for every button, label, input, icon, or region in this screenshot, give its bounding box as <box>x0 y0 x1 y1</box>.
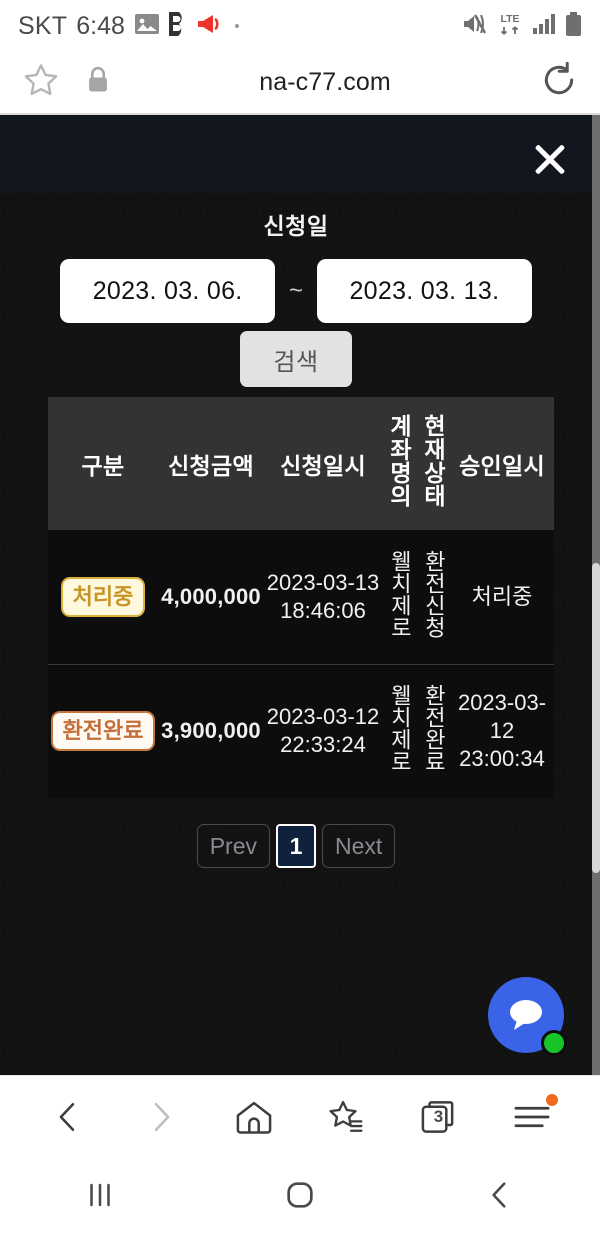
lte-icon: LTE <box>495 11 525 42</box>
tab-count-label: 3 <box>433 1106 444 1126</box>
cell-status-badge: 처리중 <box>48 530 158 664</box>
battery-icon <box>565 11 582 41</box>
signal-bars-icon <box>532 13 558 40</box>
megaphone-icon <box>196 13 224 40</box>
cell-account-name: 웰치제로 <box>382 663 416 798</box>
recents-icon[interactable] <box>55 1170 145 1220</box>
table-head: 구분 신청금액 신청일시 계좌명의 현재상태 승인일시 <box>48 397 554 530</box>
clock-label: 6:48 <box>76 11 125 40</box>
cell-account-name: 웰치제로 <box>382 530 416 664</box>
speech-balloon-glyph <box>510 1000 542 1030</box>
history-table: 구분 신청금액 신청일시 계좌명의 현재상태 승인일시 처리중 4,000,00… <box>48 397 554 798</box>
table-row[interactable]: 환전완료 3,900,000 2023-03-12 22:33:24 웰치제로 … <box>48 663 554 798</box>
cell-approve-datetime: 2023-03-12 23:00:34 <box>450 663 554 798</box>
browser-back-button[interactable] <box>36 1088 100 1146</box>
browser-forward-button[interactable] <box>129 1088 193 1146</box>
web-page-content: 신청일 2023. 03. 06. ~ 2023. 03. 13. 검색 구분 … <box>0 115 600 1075</box>
browser-url-bar: na-c77.com <box>0 52 600 115</box>
mute-icon <box>461 12 488 41</box>
home-icon[interactable] <box>222 1088 286 1146</box>
history-table-wrapper: 구분 신청금액 신청일시 계좌명의 현재상태 승인일시 처리중 4,000,00… <box>48 397 554 798</box>
pagination-next-button[interactable]: Next <box>322 824 396 868</box>
end-date-input[interactable]: 2023. 03. 13. <box>316 259 532 323</box>
status-badge: 처리중 <box>60 576 146 617</box>
chat-bubble-icon[interactable] <box>488 977 567 1056</box>
pagination-page-1[interactable]: 1 <box>276 824 316 868</box>
start-date-input[interactable]: 2023. 03. 06. <box>60 259 276 323</box>
status-bar-right: LTE <box>461 11 582 42</box>
b-app-icon <box>168 11 187 41</box>
cell-amount: 3,900,000 <box>158 663 264 798</box>
col-header-type: 구분 <box>48 397 158 530</box>
table-header-row: 구분 신청금액 신청일시 계좌명의 현재상태 승인일시 <box>48 397 554 530</box>
bookmark-star-icon[interactable] <box>314 1088 378 1146</box>
cell-amount: 4,000,000 <box>158 530 264 664</box>
star-outline-icon[interactable] <box>22 61 60 104</box>
page-scrollbar-thumb[interactable] <box>592 563 600 873</box>
approve-time: 23:00:34 <box>459 746 545 772</box>
approve-date: 처리중 <box>471 583 533 609</box>
url-display[interactable]: na-c77.com <box>110 68 540 97</box>
status-bar-left: SKT 6:48 <box>18 11 241 41</box>
cell-request-datetime: 2023-03-13 18:46:06 <box>264 530 382 664</box>
col-header-current-state: 현재상태 <box>416 397 450 530</box>
modal-body: 신청일 2023. 03. 06. ~ 2023. 03. 13. 검색 구분 … <box>0 193 592 1075</box>
request-date: 2023-03-12 <box>266 704 380 730</box>
pagination: Prev 1 Next <box>0 824 592 868</box>
cell-current-state: 환전신청 <box>416 530 450 664</box>
cell-request-datetime: 2023-03-12 22:33:24 <box>264 663 382 798</box>
online-status-dot <box>541 1030 567 1056</box>
cell-current-state: 환전완료 <box>416 663 450 798</box>
request-time: 22:33:24 <box>280 732 366 758</box>
modal-top-bar <box>0 115 592 193</box>
approve-date: 2023-03-12 <box>457 690 547 744</box>
col-header-approve-datetime: 승인일시 <box>450 397 554 530</box>
request-date: 2023-03-13 <box>266 569 380 595</box>
image-icon <box>134 13 160 40</box>
lock-icon[interactable] <box>86 66 110 99</box>
phone-screen: SKT 6:48 LTE na-c77.com 신청일 2023. 03. 06… <box>0 0 600 1233</box>
table-row[interactable]: 처리중 4,000,000 2023-03-13 18:46:06 웰치제로 환… <box>48 530 554 664</box>
pagination-prev-button[interactable]: Prev <box>196 824 270 868</box>
col-header-account-name: 계좌명의 <box>382 397 416 530</box>
carrier-label: SKT <box>18 11 68 40</box>
reload-icon[interactable] <box>540 61 578 104</box>
tabs-button[interactable]: 3 <box>407 1088 471 1146</box>
date-range-row: 2023. 03. 06. ~ 2023. 03. 13. <box>0 259 592 323</box>
date-range-separator: ~ <box>288 277 303 304</box>
svg-text:LTE: LTE <box>500 13 519 25</box>
menu-icon[interactable] <box>500 1088 564 1146</box>
dot-icon <box>233 17 241 35</box>
page-scrollbar-track[interactable] <box>592 115 600 1075</box>
home-circle-icon[interactable] <box>255 1170 345 1220</box>
back-chevron-icon[interactable] <box>455 1170 545 1220</box>
android-status-bar: SKT 6:48 LTE <box>0 0 600 52</box>
cell-status-badge: 환전완료 <box>48 663 158 798</box>
table-body: 처리중 4,000,000 2023-03-13 18:46:06 웰치제로 환… <box>48 530 554 798</box>
request-time: 18:46:06 <box>280 597 366 623</box>
status-badge: 환전완료 <box>50 711 156 752</box>
col-header-request-datetime: 신청일시 <box>264 397 382 530</box>
android-navigation-bar <box>0 1157 600 1233</box>
browser-bottom-toolbar: 3 <box>0 1075 600 1157</box>
date-filter-label: 신청일 <box>263 213 329 239</box>
search-button[interactable]: 검색 <box>240 331 352 387</box>
menu-notification-dot <box>545 1093 558 1106</box>
col-header-amount: 신청금액 <box>158 397 264 530</box>
close-icon[interactable] <box>528 137 572 181</box>
cell-approve-datetime: 처리중 <box>450 530 554 664</box>
